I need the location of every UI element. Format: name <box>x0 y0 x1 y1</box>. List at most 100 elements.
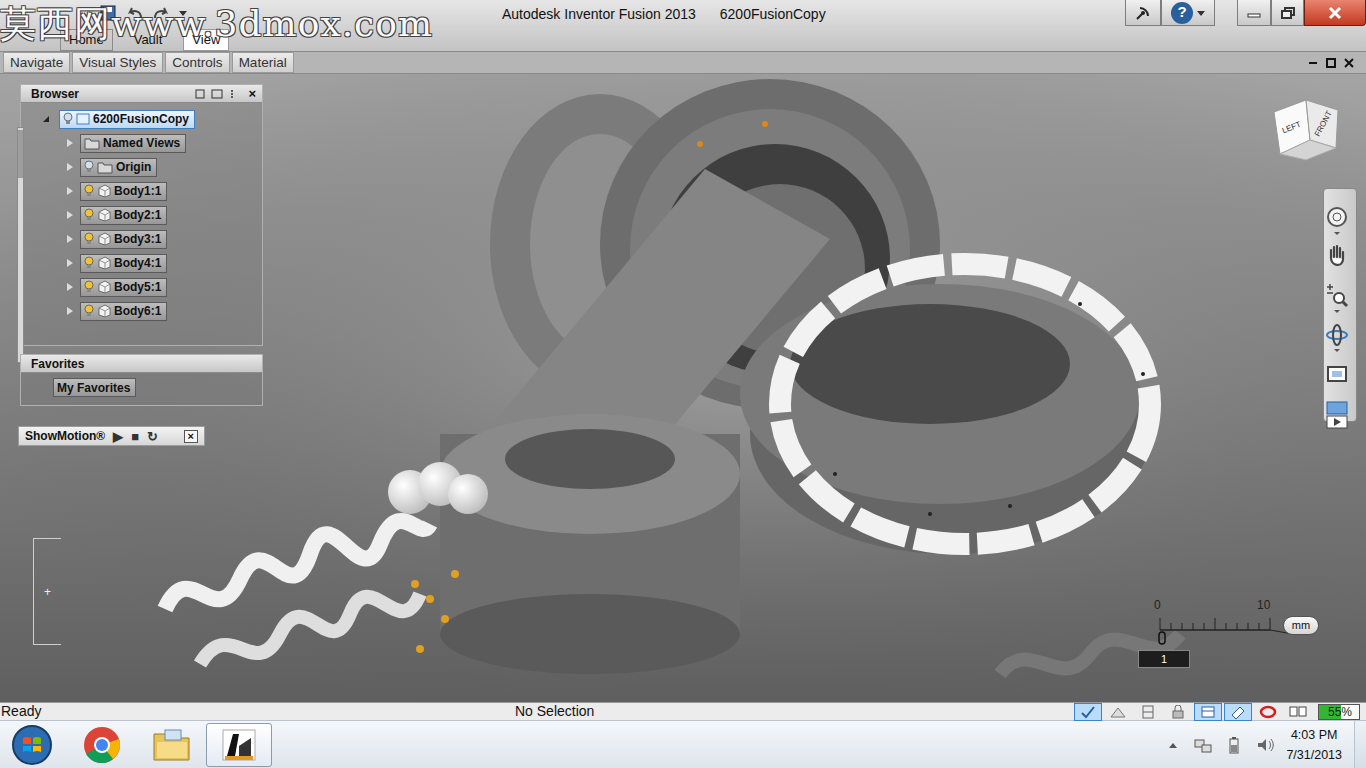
tree-item[interactable]: Body5:1 <box>80 278 167 297</box>
tree-item[interactable]: Body4:1 <box>80 254 167 273</box>
battery-meter: 55% <box>1318 704 1360 720</box>
pan-hand-icon[interactable] <box>1324 242 1350 276</box>
watermark: 莫西网www.3dmox.com <box>0 2 433 46</box>
communication-center[interactable] <box>1125 0 1161 26</box>
minimize-icon <box>1247 8 1261 18</box>
status-tool[interactable] <box>1134 703 1162 721</box>
tool-icon <box>1289 705 1307 719</box>
title-bar: Autodesk Inventor Fusion 20136200FusionC… <box>0 0 1366 52</box>
zoom-icon[interactable] <box>1324 281 1350 315</box>
tree-item[interactable]: Body1:1 <box>80 182 167 201</box>
minimize-button[interactable] <box>1237 0 1271 26</box>
show-desktop[interactable] <box>1354 721 1366 768</box>
tree-item[interactable]: Origin <box>80 158 157 177</box>
volume-icon <box>1256 736 1276 754</box>
body-icon <box>97 232 111 246</box>
scroll-thumb[interactable] <box>18 130 23 178</box>
body-icon <box>97 256 111 270</box>
steering-wheel-icon[interactable] <box>1324 203 1350 237</box>
tool-icon <box>1230 705 1246 719</box>
status-tool[interactable] <box>1284 703 1312 721</box>
look-at-icon[interactable] <box>1324 359 1350 393</box>
showmotion-icon[interactable] <box>1324 398 1350 432</box>
showmotion-track[interactable]: + <box>33 538 61 645</box>
viewport[interactable]: Browser×6200FusionCopyNamed ViewsOriginB… <box>0 74 1366 702</box>
taskbar-app-active[interactable] <box>206 723 272 767</box>
tray-expand-icon <box>1168 741 1178 749</box>
panel-tab[interactable]: Visual Styles <box>72 52 163 73</box>
tree-row: Origin <box>21 155 262 179</box>
region: My Favorites <box>53 378 136 397</box>
tree-item[interactable]: 6200FusionCopy <box>59 110 195 129</box>
orbit-icon[interactable] <box>1324 320 1350 354</box>
app-window: Autodesk Inventor Fusion 20136200FusionC… <box>0 0 1366 768</box>
status-tool[interactable] <box>1194 703 1222 721</box>
taskbar: 4:03 PM7/31/2013 <box>0 720 1366 768</box>
status-tool[interactable] <box>1224 703 1252 721</box>
close-button[interactable] <box>1304 0 1366 26</box>
status-tool[interactable] <box>1164 703 1192 721</box>
expand-toggle[interactable] <box>67 283 73 291</box>
tree-item[interactable]: Body6:1 <box>80 302 167 321</box>
panel-tab[interactable]: Controls <box>165 52 229 73</box>
body-icon <box>97 304 111 318</box>
help-button[interactable]: ? <box>1161 0 1215 26</box>
panel-tab[interactable]: Navigate <box>3 52 70 73</box>
ribbon-tab[interactable]: Vault <box>125 29 172 51</box>
clock[interactable]: 4:03 PM7/31/2013 <box>1286 725 1342 765</box>
showmotion-button[interactable]: ■ <box>131 430 139 443</box>
expand-toggle[interactable] <box>67 211 73 219</box>
expand-toggle[interactable] <box>67 259 73 267</box>
window-title: Autodesk Inventor Fusion 20136200FusionC… <box>502 4 826 25</box>
battery-reading: 55% <box>1319 705 1359 719</box>
ribbon-tab[interactable]: Home <box>60 29 113 51</box>
taskbar-app[interactable] <box>78 723 126 767</box>
scale-tick: 0 <box>1154 596 1161 614</box>
expand-toggle[interactable] <box>67 163 73 171</box>
favorite-item[interactable]: My Favorites <box>53 378 136 397</box>
status-tool[interactable] <box>1254 703 1282 721</box>
status-bar: ReadyNo Selection55% <box>0 702 1366 720</box>
showmotion-button[interactable]: ▶ <box>113 430 123 443</box>
scale-value[interactable]: 1 <box>1138 650 1190 668</box>
start-button[interactable] <box>8 723 56 767</box>
tree-label: Body1:1 <box>114 182 161 200</box>
expand-toggle[interactable] <box>67 139 73 147</box>
browser-close[interactable]: × <box>248 84 256 104</box>
favorites-panel: FavoritesMy Favorites <box>20 354 263 406</box>
maximize-button[interactable] <box>1271 0 1304 26</box>
showmotion-button[interactable]: ↻ <box>147 430 158 443</box>
status-tool[interactable] <box>1074 703 1102 721</box>
unit-button[interactable]: mm <box>1283 616 1319 635</box>
clock-time: 4:03 PM <box>1286 725 1342 745</box>
bulb-on-icon <box>84 208 94 222</box>
tree-row: Body6:1 <box>21 299 262 323</box>
status-tool[interactable] <box>1104 703 1132 721</box>
ribbon-tabs: Home Vault View <box>0 28 1366 51</box>
tree-row: Body5:1 <box>21 275 262 299</box>
expand-toggle[interactable] <box>67 187 73 195</box>
tree-item[interactable]: Body2:1 <box>80 206 167 225</box>
expand-toggle[interactable] <box>37 116 49 122</box>
app-menu[interactable] <box>0 0 100 28</box>
expand-toggle[interactable] <box>67 307 73 315</box>
tree-item[interactable]: Body3:1 <box>80 230 167 249</box>
help-icon: ? <box>1171 2 1193 24</box>
bulb-on-icon <box>84 280 94 294</box>
scrollbar[interactable] <box>17 127 24 363</box>
quick-access <box>100 5 220 23</box>
ribbon-tab[interactable]: View <box>183 29 229 51</box>
tree-item[interactable]: Named Views <box>80 134 186 153</box>
dropdown-icon <box>1197 9 1205 17</box>
view-cube[interactable]: LEFTFRONT <box>1270 96 1342 162</box>
tool-icon <box>1200 705 1216 719</box>
tree-row: Named Views <box>21 131 262 155</box>
tool-icon <box>1110 705 1126 719</box>
showmotion-close[interactable]: × <box>184 430 198 443</box>
panel-tab[interactable]: Material <box>232 52 294 73</box>
bulb-on-icon <box>84 304 94 318</box>
scale-tick: 10 <box>1257 596 1270 614</box>
browser-tree: 6200FusionCopy Named Views Origin Body1:1 Bo… <box>21 103 262 323</box>
taskbar-app[interactable] <box>148 723 196 767</box>
expand-toggle[interactable] <box>67 235 73 243</box>
